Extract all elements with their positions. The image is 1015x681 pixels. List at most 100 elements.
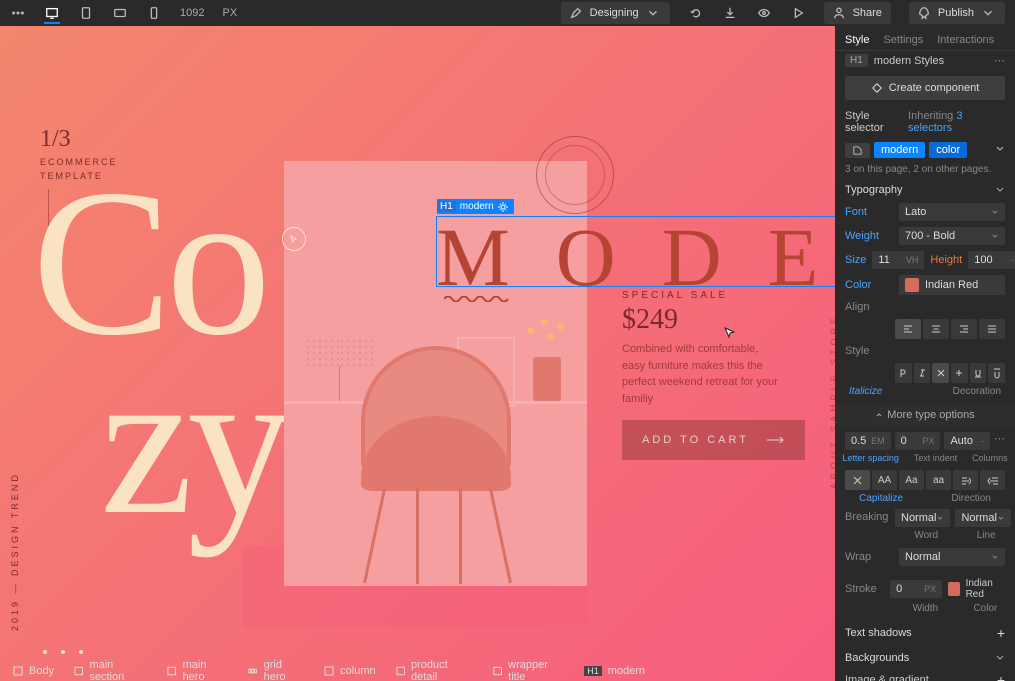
breadcrumb-item[interactable]: main hero bbox=[157, 659, 238, 681]
uppercase-button[interactable]: AA bbox=[872, 470, 897, 490]
tablet-landscape-icon[interactable] bbox=[112, 5, 128, 21]
stroke-swatch[interactable] bbox=[948, 582, 959, 596]
more-icon[interactable]: ⋯ bbox=[994, 432, 1005, 450]
height-field[interactable]: 100- bbox=[968, 251, 1015, 269]
stroke-width-field[interactable]: 0PX bbox=[890, 580, 942, 598]
text-indent-field[interactable]: 0PX bbox=[895, 432, 941, 450]
align-left-button[interactable] bbox=[895, 319, 921, 339]
export-icon[interactable] bbox=[722, 5, 738, 21]
share-button[interactable]: Share bbox=[824, 2, 891, 24]
breadcrumb-item[interactable]: grid hero bbox=[238, 659, 314, 681]
chevron-down-icon[interactable] bbox=[995, 144, 1005, 157]
tab-settings[interactable]: Settings bbox=[883, 34, 923, 46]
word-break-field[interactable]: Normal bbox=[895, 509, 950, 527]
font-field[interactable]: Lato bbox=[899, 203, 1005, 221]
letter-spacing-field[interactable]: 0.5EM bbox=[845, 432, 891, 450]
breadcrumb-item[interactable]: product detail bbox=[386, 659, 483, 681]
style-regular-button[interactable] bbox=[895, 363, 912, 383]
weight-label: Weight bbox=[845, 230, 893, 242]
class-chip-modern[interactable]: modern bbox=[874, 142, 925, 158]
direction-ltr-button[interactable] bbox=[953, 470, 978, 490]
create-component-label: Create component bbox=[889, 82, 980, 94]
preview-icon[interactable] bbox=[756, 5, 772, 21]
play-icon[interactable] bbox=[790, 5, 806, 21]
add-bg-button[interactable]: + bbox=[997, 672, 1005, 681]
text-style-row bbox=[835, 360, 1015, 386]
canvas-width-value[interactable]: 1092 bbox=[180, 7, 204, 19]
breadcrumb: Body main section main hero grid hero co… bbox=[3, 661, 655, 681]
mode-label: Designing bbox=[590, 7, 639, 19]
more-type-options-toggle[interactable]: More type options bbox=[835, 404, 1015, 426]
weight-field[interactable]: 700 - Bold bbox=[899, 227, 1005, 245]
text-transform-none-button[interactable] bbox=[845, 470, 870, 490]
text-color-field[interactable]: Indian Red bbox=[899, 275, 1005, 295]
decoration-label: Decoration bbox=[953, 386, 1001, 397]
tab-style[interactable]: Style bbox=[845, 34, 869, 46]
stroke-width-label: Width bbox=[913, 603, 939, 614]
create-component-button[interactable]: Create component bbox=[845, 76, 1005, 100]
selection-tag-prefix: H1 bbox=[437, 201, 456, 212]
typography-heading[interactable]: Typography bbox=[845, 184, 902, 196]
breadcrumb-item[interactable]: column bbox=[314, 665, 385, 677]
capitalize-label: Capitalize bbox=[859, 493, 903, 504]
menu-dots-icon[interactable] bbox=[10, 5, 26, 21]
class-chip-color[interactable]: color bbox=[929, 142, 967, 158]
style-selector-label: Style selector bbox=[845, 110, 908, 134]
style-italic-button[interactable] bbox=[914, 363, 931, 383]
desktop-large-icon[interactable] bbox=[44, 8, 60, 24]
inheriting-label[interactable]: Inheriting 3 selectors bbox=[908, 110, 1005, 134]
add-to-cart-label: ADD TO CART bbox=[642, 434, 749, 446]
gear-icon[interactable] bbox=[498, 202, 508, 212]
chevron-down-icon[interactable] bbox=[995, 185, 1005, 195]
stamp-badge bbox=[536, 136, 614, 214]
tablet-portrait-icon[interactable] bbox=[78, 5, 94, 21]
breadcrumb-item[interactable]: Body bbox=[3, 665, 64, 677]
mobile-icon[interactable] bbox=[146, 5, 162, 21]
canvas-width-unit: PX bbox=[222, 7, 237, 19]
class-selector[interactable]: modern color bbox=[835, 138, 1015, 162]
decoration-overline-button[interactable] bbox=[988, 363, 1005, 383]
selection-tag[interactable]: H1 modern bbox=[437, 199, 514, 214]
chevron-down-icon[interactable] bbox=[995, 653, 1005, 663]
decoration-strike-button[interactable] bbox=[951, 363, 968, 383]
element-more-icon[interactable]: ⋯ bbox=[994, 54, 1005, 67]
align-justify-button[interactable] bbox=[979, 319, 1005, 339]
breadcrumb-item[interactable]: wrapper title bbox=[483, 659, 574, 681]
breadcrumb-item[interactable]: main section bbox=[64, 659, 157, 681]
size-field[interactable]: 11VH bbox=[872, 251, 924, 269]
line-break-field[interactable]: Normal bbox=[955, 509, 1010, 527]
trend-label: 2019 — DESIGN TREND bbox=[10, 472, 20, 631]
tab-interactions[interactable]: Interactions bbox=[937, 34, 994, 46]
lowercase-button[interactable]: aa bbox=[926, 470, 951, 490]
design-canvas[interactable]: 1/3 ECOMMERCETEMPLATE Co zy 2019 — DESIG… bbox=[0, 26, 835, 681]
wrap-field[interactable]: Normal bbox=[899, 548, 1005, 566]
publish-button[interactable]: Publish bbox=[909, 2, 1005, 24]
price-value: $249 bbox=[622, 304, 678, 336]
align-center-button[interactable] bbox=[923, 319, 949, 339]
arrow-right-icon bbox=[767, 436, 785, 444]
align-right-button[interactable] bbox=[951, 319, 977, 339]
size-label: Size bbox=[845, 254, 866, 266]
decoration-underline-button[interactable] bbox=[970, 363, 987, 383]
element-selection-outline: H1 modern bbox=[436, 216, 835, 287]
columns-field[interactable]: Auto- bbox=[944, 432, 990, 450]
style-panel: Style Settings Interactions H1 modern St… bbox=[835, 26, 1015, 681]
publish-label: Publish bbox=[938, 7, 974, 19]
text-shadows-heading[interactable]: Text shadows bbox=[845, 627, 912, 639]
pager-dots[interactable] bbox=[43, 650, 83, 654]
add-shadow-button[interactable]: + bbox=[997, 625, 1005, 641]
top-toolbar: 1092 PX Designing Share Publish bbox=[0, 0, 1015, 26]
mode-designing-pill[interactable]: Designing bbox=[561, 2, 670, 24]
selection-tag-label: modern bbox=[460, 201, 494, 212]
direction-rtl-button[interactable] bbox=[980, 470, 1005, 490]
add-to-cart-button[interactable]: ADD TO CART bbox=[622, 420, 805, 460]
decoration-none-button[interactable] bbox=[932, 363, 949, 383]
align-label: Align bbox=[845, 301, 893, 313]
backgrounds-heading[interactable]: Backgrounds bbox=[845, 652, 909, 664]
undo-icon[interactable] bbox=[688, 5, 704, 21]
capitalize-button[interactable]: Aa bbox=[899, 470, 924, 490]
font-label: Font bbox=[845, 206, 893, 218]
breadcrumb-item[interactable]: H1modern bbox=[574, 665, 655, 677]
cursor-badge-icon bbox=[282, 227, 306, 251]
style-label: Style bbox=[845, 345, 893, 357]
